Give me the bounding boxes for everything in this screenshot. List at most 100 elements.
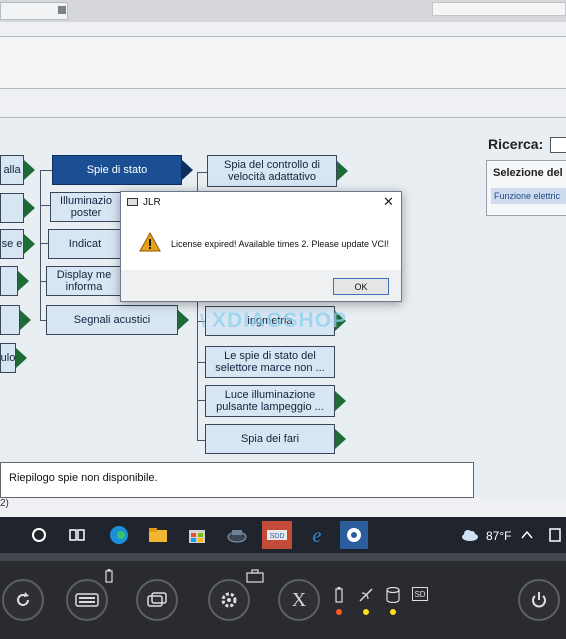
corner-text: 2) <box>0 498 9 509</box>
tree-node-spie-di-stato[interactable]: Spie di stato <box>52 155 182 185</box>
battery-status-icon <box>335 587 343 603</box>
expand-arrow-icon[interactable] <box>18 271 29 291</box>
warning-triangle-icon <box>139 232 161 252</box>
node-label: Spia dei fari <box>240 433 300 445</box>
node-label: Le spie di stato del selettore marce non… <box>215 350 325 374</box>
tree-connector <box>40 170 52 171</box>
close-icon[interactable]: ✕ <box>383 194 394 210</box>
watermark: \ XDIAGSHOP <box>200 309 348 332</box>
close-x-button[interactable]: X <box>278 579 320 621</box>
expand-arrow-icon[interactable] <box>24 198 35 218</box>
x-label: X <box>291 588 307 611</box>
cortana-circle-icon[interactable] <box>28 524 50 546</box>
tree-node-segnali-acustici[interactable]: Segnali acustici <box>46 305 178 335</box>
gear-icon <box>221 592 237 608</box>
tree-node-spia-dei-fari[interactable]: Spia dei fari <box>205 424 335 454</box>
node-label: ulo <box>0 352 16 364</box>
tree-node-left[interactable]: alla <box>0 155 24 185</box>
battery-small-icon <box>105 569 113 583</box>
sd-label: SD <box>414 589 426 599</box>
task-view-icon[interactable] <box>66 524 88 546</box>
network-icon[interactable] <box>548 524 562 546</box>
tablet-bezel: X SD <box>0 553 566 639</box>
tree-node-left[interactable] <box>0 305 20 335</box>
tree-node-left[interactable] <box>0 193 24 223</box>
edge-icon[interactable] <box>108 524 130 546</box>
tree-node-spie-selettore[interactable]: Le spie di stato del selettore marce non… <box>205 346 335 378</box>
ok-button[interactable]: OK <box>333 278 389 295</box>
selection-panel: Selezione del Funzione elettric <box>486 160 566 216</box>
tree-node-indicatori[interactable]: Indicat <box>48 229 122 259</box>
tree-connector <box>197 440 205 441</box>
expand-arrow-icon[interactable] <box>337 161 348 181</box>
svg-text:SDD: SDD <box>270 533 285 540</box>
keyboard-icon <box>75 593 99 607</box>
windows-taskbar: SDD e 87°F <box>0 517 566 553</box>
jlr-app-icon[interactable] <box>226 524 248 546</box>
dialog-message: License expired! Available times 2. Plea… <box>171 239 389 249</box>
tree-connector <box>197 362 205 363</box>
bezel-edge <box>0 553 566 561</box>
top-field[interactable] <box>432 2 566 16</box>
sdd-app-icon[interactable]: SDD <box>262 521 292 549</box>
chevron-up-icon[interactable] <box>520 524 534 546</box>
windows-switch-icon <box>147 592 167 607</box>
windows-button[interactable] <box>136 579 178 621</box>
tree-node-spia-controllo-velocita[interactable]: Spia del controllo di velocità adattativ… <box>207 155 337 187</box>
wireless-led <box>363 609 369 615</box>
node-label: Indicat <box>68 238 102 250</box>
internet-explorer-icon[interactable]: e <box>306 524 328 546</box>
store-icon[interactable] <box>186 524 208 546</box>
expand-arrow-icon[interactable] <box>24 160 35 180</box>
dialog-titlebar: JLR ✕ <box>121 192 401 214</box>
toolbox-icon <box>246 569 264 583</box>
storage-led <box>390 609 396 615</box>
node-label: se e <box>1 238 23 250</box>
node-label: Spia del controllo di velocità adattativ… <box>223 159 320 183</box>
expand-arrow-icon[interactable] <box>335 429 346 449</box>
selection-item[interactable]: Funzione elettric <box>491 188 566 204</box>
dialog-footer: OK <box>121 270 401 301</box>
sd-card-icon: SD <box>412 587 428 601</box>
expand-arrow-icon[interactable] <box>24 234 35 254</box>
tree-node-left[interactable] <box>0 266 18 296</box>
header-divider <box>0 88 566 89</box>
node-label: alla <box>3 164 21 176</box>
search-label: Ricerca: <box>488 136 544 152</box>
node-label: Luce illuminazione pulsante lampeggio ..… <box>216 389 324 413</box>
wireless-icon <box>359 588 373 602</box>
window-tab-strip <box>0 0 566 22</box>
power-button[interactable] <box>518 579 560 621</box>
search-input[interactable] <box>550 137 566 153</box>
tree-node-left[interactable]: se e <box>0 229 24 259</box>
expand-arrow-icon[interactable] <box>20 310 31 330</box>
file-explorer-icon[interactable] <box>147 524 169 546</box>
node-label: Display me informa <box>56 269 112 293</box>
expand-arrow-icon[interactable] <box>182 160 193 180</box>
settings-button[interactable] <box>208 579 250 621</box>
tree-connector <box>197 172 207 173</box>
refresh-button[interactable] <box>2 579 44 621</box>
tree-node-display[interactable]: Display me informa <box>46 266 122 296</box>
tree-node-left[interactable]: ulo <box>0 343 16 373</box>
expand-arrow-icon[interactable] <box>178 310 189 330</box>
header-band <box>0 36 566 88</box>
tree-node-illuminazione[interactable]: Illuminazio poster <box>50 192 122 222</box>
license-dialog: JLR ✕ License expired! Available times 2… <box>120 191 402 302</box>
node-label: Segnali acustici <box>73 314 151 326</box>
node-label: Spie di stato <box>86 164 148 176</box>
tree-node-luce-illuminazione[interactable]: Luce illuminazione pulsante lampeggio ..… <box>205 385 335 417</box>
tab-close-icon[interactable] <box>58 6 66 14</box>
diagnostic-app-icon[interactable] <box>340 521 368 549</box>
node-label: Illuminazio poster <box>60 195 112 219</box>
tablet-screen: alla se e ulo Spie di stato Illuminazio … <box>0 0 566 553</box>
expand-arrow-icon[interactable] <box>16 348 27 368</box>
keyboard-button[interactable] <box>66 579 108 621</box>
dialog-title: JLR <box>143 197 161 208</box>
weather-temperature[interactable]: 87°F <box>486 529 511 543</box>
cloud-icon <box>462 530 478 541</box>
app-window-icon <box>127 198 138 206</box>
selection-panel-title: Selezione del <box>493 167 563 179</box>
storage-icon <box>386 587 400 603</box>
expand-arrow-icon[interactable] <box>335 391 346 411</box>
